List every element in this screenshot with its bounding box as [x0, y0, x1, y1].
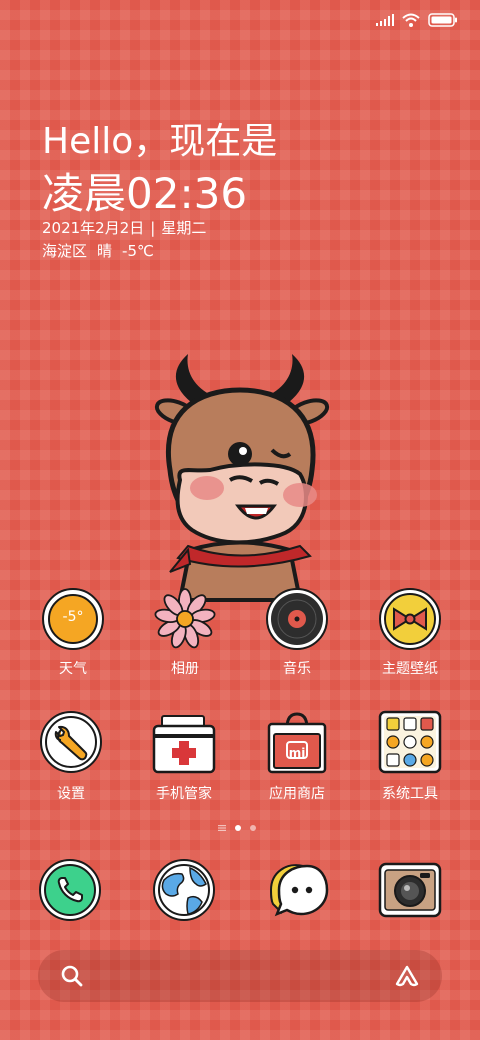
condition-text: 晴: [97, 242, 113, 260]
search-icon[interactable]: [60, 964, 84, 988]
page-dot-active[interactable]: [235, 825, 241, 831]
app-label-gallery[interactable]: 相册: [130, 658, 240, 678]
wifi-icon: [402, 13, 420, 27]
battery-icon: [428, 13, 457, 27]
phone-icon[interactable]: [38, 858, 102, 922]
app-label-settings[interactable]: 设置: [16, 783, 126, 803]
gallery-flower-icon[interactable]: [153, 587, 217, 651]
greeting-text: Hello，现在是: [42, 121, 278, 162]
app-label-music[interactable]: 音乐: [242, 658, 352, 678]
assistant-icon[interactable]: [394, 964, 420, 988]
app-label-security[interactable]: 手机管家: [129, 783, 239, 803]
weekday-text: 星期二: [161, 219, 207, 237]
weather-badge-text: -5°: [62, 609, 84, 625]
temperature-text: -5℃: [122, 242, 154, 260]
browser-globe-icon[interactable]: [152, 858, 216, 922]
search-bar[interactable]: [38, 950, 442, 1002]
messages-icon[interactable]: [265, 858, 329, 922]
store-logo-text: mi: [288, 746, 306, 760]
tools-grid-icon[interactable]: [378, 710, 442, 774]
menu-lines-icon: [218, 825, 226, 831]
weather-icon[interactable]: -5°: [41, 587, 105, 651]
ox-mascot-illustration: [154, 354, 330, 602]
app-label-tools[interactable]: 系统工具: [355, 783, 465, 803]
page-indicator[interactable]: [218, 825, 256, 831]
clock-time[interactable]: 凌晨02:36: [42, 160, 247, 221]
page-dot[interactable]: [250, 825, 256, 831]
signal-icon: [376, 14, 394, 26]
district-text: 海淀区: [42, 242, 88, 260]
status-bar: [376, 10, 458, 30]
store-bag-icon[interactable]: mi: [265, 710, 329, 774]
theme-bow-icon[interactable]: [378, 587, 442, 651]
app-label-theme[interactable]: 主题壁纸: [355, 658, 465, 678]
security-kit-icon[interactable]: [152, 710, 216, 774]
weather-line: 海淀区晴 -5℃: [42, 240, 164, 261]
app-label-store[interactable]: 应用商店: [242, 783, 352, 803]
settings-wrench-icon[interactable]: [39, 710, 103, 774]
date-text: 2021年2月2日: [42, 219, 145, 237]
camera-icon[interactable]: [378, 858, 442, 922]
music-record-icon[interactable]: [265, 587, 329, 651]
date-line: 2021年2月2日 | 星期二: [42, 219, 207, 237]
app-label-weather[interactable]: 天气: [18, 658, 128, 678]
